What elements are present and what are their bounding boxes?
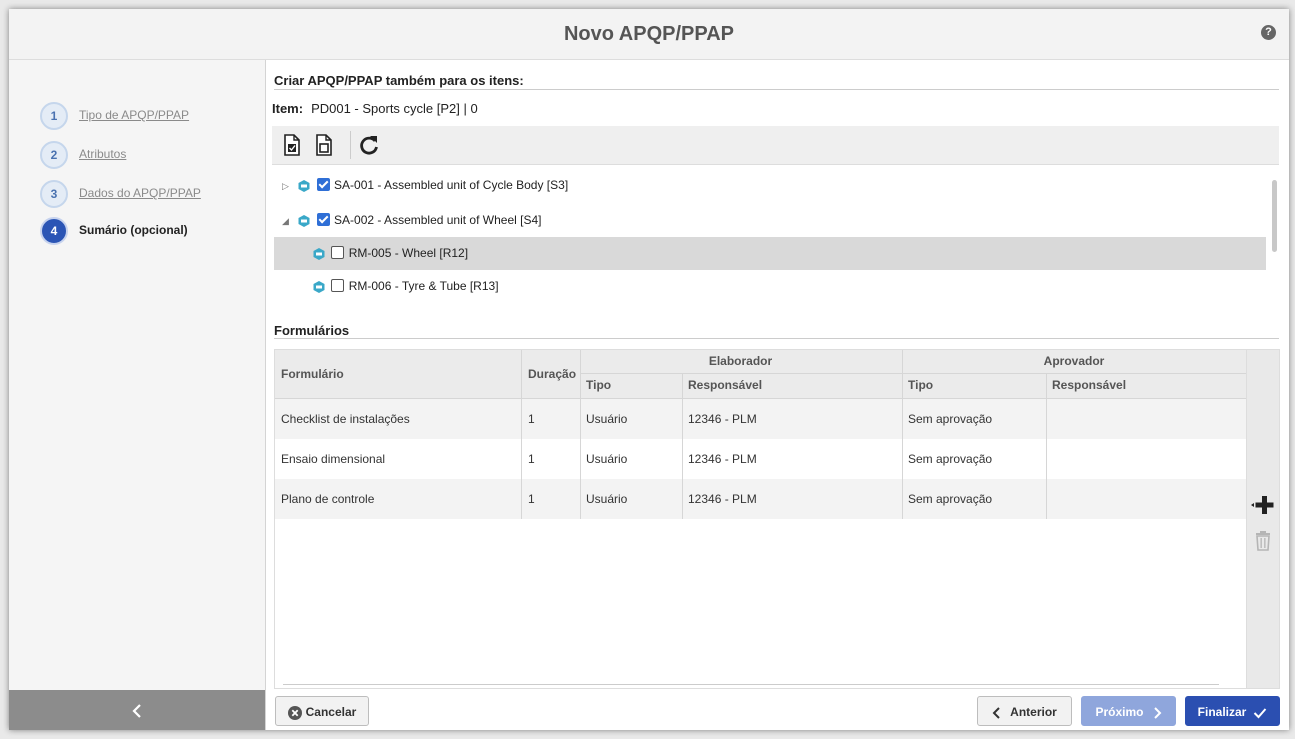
step-number: 1 [40, 102, 68, 130]
col-aprov-tipo[interactable]: Tipo [908, 378, 933, 392]
col-aprov-responsavel[interactable]: Responsável [1052, 378, 1126, 392]
delete-form-button[interactable] [1254, 530, 1272, 552]
select-all-icon [284, 134, 300, 156]
finish-button[interactable]: Finalizar [1185, 696, 1280, 726]
next-button[interactable]: Próximo [1081, 696, 1176, 726]
tree-node-rm006[interactable]: RM-006 - Tyre & Tube [R13] [274, 270, 1266, 303]
deselect-all-icon [316, 134, 332, 156]
dialog-title: Novo APQP/PPAP [563, 23, 735, 45]
previous-label: Anterior [1010, 705, 1057, 719]
tree-node-sa001[interactable]: ▷ SA-001 - Assembled unit of Cycle Body … [282, 169, 1272, 202]
chevron-right-icon [1153, 707, 1161, 719]
step-label[interactable]: Atributos [79, 147, 126, 161]
col-elab-responsavel[interactable]: Responsável [688, 378, 762, 392]
item-icon [313, 247, 325, 260]
tree-scrollbar[interactable] [1272, 180, 1277, 252]
item-icon [313, 280, 325, 293]
check-icon [1254, 708, 1267, 719]
tree-toolbar [272, 126, 1279, 165]
table-row[interactable]: Plano de controle 1 Usuário 12346 - PLM … [275, 479, 1247, 519]
chevron-left-icon [132, 704, 141, 718]
tree-checkbox[interactable] [331, 279, 345, 293]
next-label: Próximo [1095, 705, 1144, 719]
title-bar: Novo APQP/PPAP ? [9, 9, 1289, 60]
tree-checkbox[interactable] [316, 178, 330, 192]
item-info: Item: PD001 - Sports cycle [P2] | 0 [272, 101, 478, 116]
table-row[interactable]: Checklist de instalações 1 Usuário 12346… [275, 399, 1247, 439]
table-actions [1246, 349, 1280, 689]
step-label[interactable]: Dados do APQP/PPAP [79, 186, 201, 200]
item-icon [298, 214, 310, 227]
divider [274, 89, 1279, 90]
step-number: 3 [40, 180, 68, 208]
table-header: Formulário Duração Elaborador Aprovador … [275, 350, 1247, 399]
tree-node-sa002[interactable]: ◢ SA-002 - Assembled unit of Wheel [S4] [282, 204, 1272, 237]
table-row[interactable]: Ensaio dimensional 1 Usuário 12346 - PLM… [275, 439, 1247, 479]
chevron-left-icon [992, 707, 1000, 719]
wizard-sidebar: 1 Tipo de APQP/PPAP 2 Atributos 3 Dados … [9, 60, 266, 730]
select-all-button[interactable] [282, 133, 304, 157]
group-aprovador: Aprovador [1043, 354, 1105, 368]
step-number: 4 [40, 217, 68, 245]
tree-node-label[interactable]: SA-001 - Assembled unit of Cycle Body [S… [334, 178, 568, 192]
forms-table: Formulário Duração Elaborador Aprovador … [274, 349, 1247, 689]
step-label: Sumário (opcional) [79, 223, 188, 237]
col-formulario[interactable]: Formulário [281, 367, 344, 381]
forms-section-title: Formulários [274, 323, 350, 338]
col-duracao[interactable]: Duração [528, 367, 576, 381]
help-icon[interactable]: ? [1261, 25, 1276, 40]
divider [274, 338, 1279, 339]
cancel-button[interactable]: Cancelar [275, 696, 369, 726]
finish-label: Finalizar [1197, 705, 1247, 719]
previous-button[interactable]: Anterior [977, 696, 1072, 726]
tree-node-label[interactable]: SA-002 - Assembled unit of Wheel [S4] [334, 213, 541, 227]
item-tree: ▷ SA-001 - Assembled unit of Cycle Body … [272, 165, 1279, 305]
tree-node-rm005[interactable]: RM-005 - Wheel [R12] [274, 237, 1266, 270]
item-icon [298, 179, 310, 192]
item-label: Item: [272, 101, 304, 116]
table-horizontal-scrollbar[interactable] [283, 684, 1219, 685]
main-panel: Criar APQP/PPAP também para os itens: It… [266, 60, 1289, 730]
item-value: PD001 - Sports cycle [P2] | 0 [311, 101, 478, 116]
deselect-all-button[interactable] [314, 133, 336, 157]
toolbar-separator [350, 131, 351, 159]
collapse-icon[interactable]: ◢ [282, 205, 294, 238]
refresh-button[interactable] [358, 133, 380, 157]
tree-checkbox[interactable] [331, 246, 345, 260]
step-number: 2 [40, 141, 68, 169]
cancel-label: Cancelar [305, 705, 357, 719]
expand-icon[interactable]: ▷ [282, 170, 294, 203]
tree-node-label[interactable]: RM-006 - Tyre & Tube [R13] [349, 279, 499, 293]
cancel-icon [287, 705, 302, 720]
dialog-window: Novo APQP/PPAP ? 1 Tipo de APQP/PPAP 2 A… [9, 9, 1289, 730]
collapse-sidebar-button[interactable] [9, 690, 265, 730]
add-icon [1251, 496, 1274, 514]
group-elaborador: Elaborador [708, 354, 773, 368]
col-elab-tipo[interactable]: Tipo [586, 378, 611, 392]
tree-node-label[interactable]: RM-005 - Wheel [R12] [349, 246, 468, 260]
trash-icon [1256, 531, 1270, 551]
add-form-button[interactable] [1251, 494, 1274, 516]
items-section-title: Criar APQP/PPAP também para os itens: [274, 73, 524, 88]
step-label[interactable]: Tipo de APQP/PPAP [79, 108, 189, 122]
refresh-icon [360, 136, 378, 155]
tree-checkbox[interactable] [316, 213, 330, 227]
